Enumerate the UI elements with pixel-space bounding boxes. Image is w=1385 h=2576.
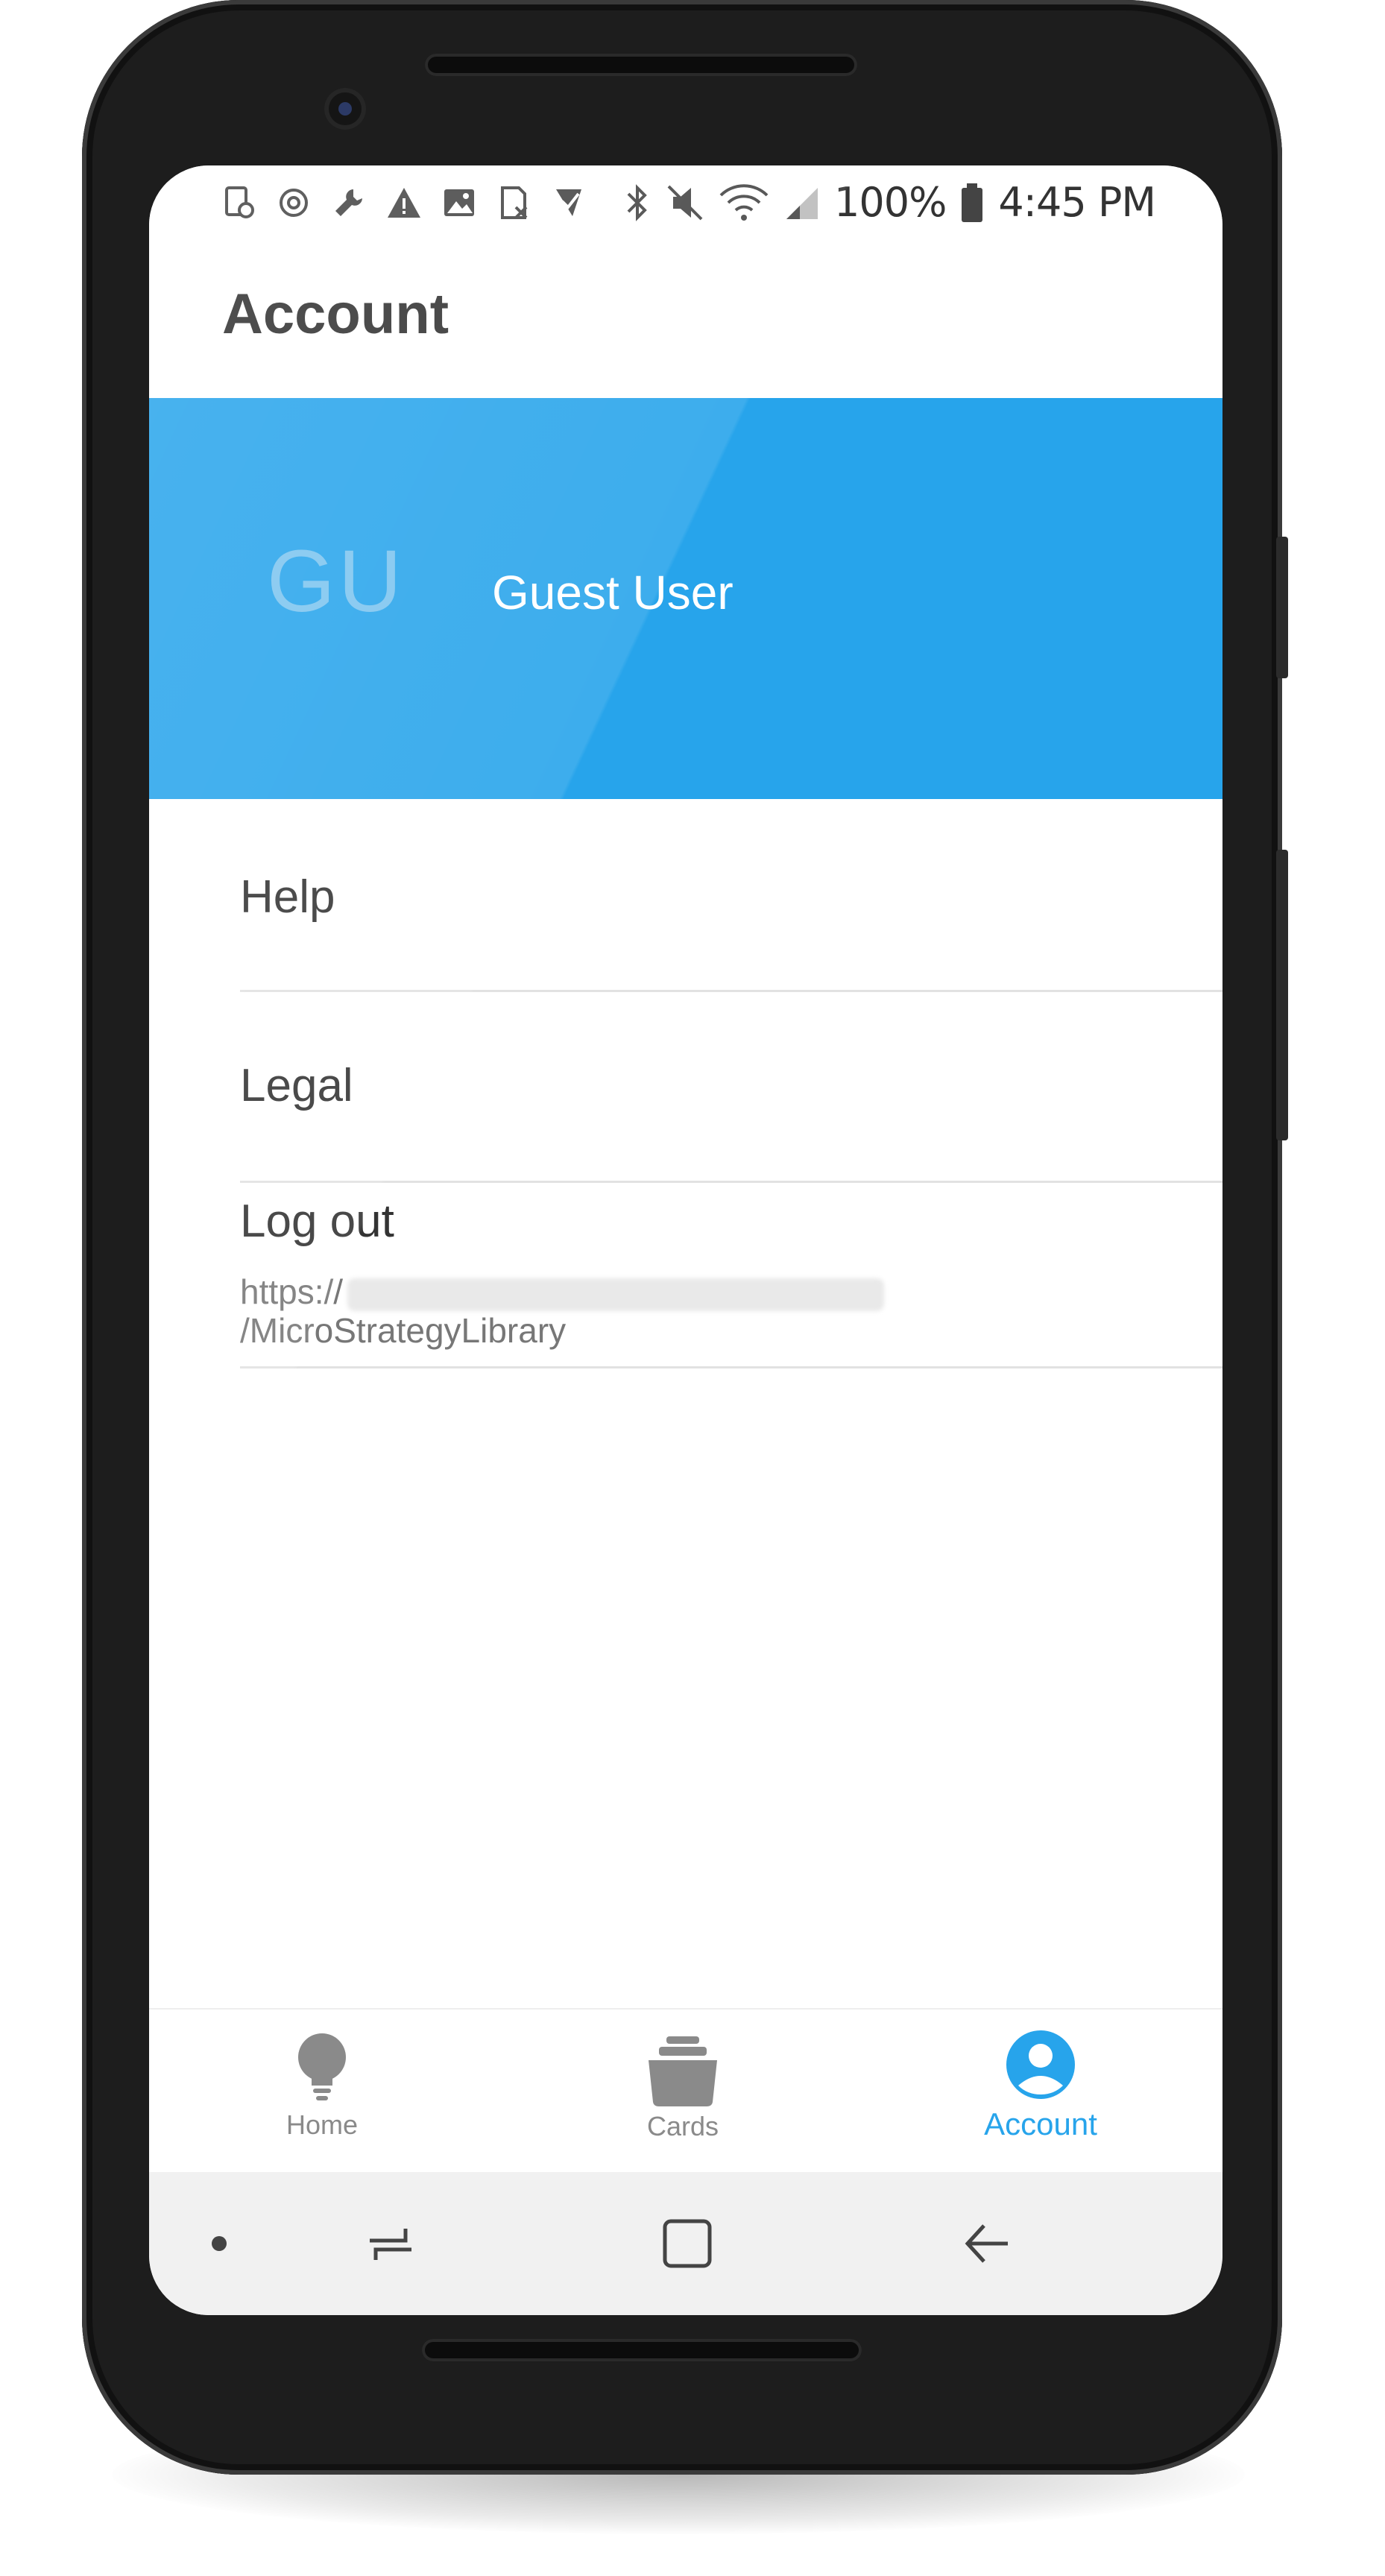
mute-icon — [667, 185, 703, 220]
lightbulb-icon — [298, 2033, 346, 2100]
menu-item-help[interactable]: Help — [240, 799, 1222, 992]
tab-cards-label: Cards — [646, 2111, 719, 2141]
url-prefix: https:// — [240, 1272, 344, 1311]
system-nav-bar — [149, 2172, 1222, 2315]
image-icon — [444, 189, 474, 216]
menu-item-legal[interactable]: Legal — [240, 992, 1222, 1183]
wrench-icon — [335, 189, 362, 216]
signal-icon — [786, 187, 818, 219]
warning-icon — [388, 188, 420, 218]
profile-name: Guest User — [492, 566, 733, 619]
page-title: Account — [222, 282, 449, 346]
cards-stack-icon — [649, 2036, 717, 2106]
sim-icon — [501, 186, 528, 219]
power-button — [1276, 537, 1288, 678]
tab-home[interactable]: Home — [210, 2010, 434, 2174]
status-right: 100% 4:45 PM — [622, 179, 1156, 226]
check-icon — [556, 189, 581, 216]
menu-item-label: Help — [240, 871, 335, 923]
account-circle-icon — [1006, 2030, 1075, 2099]
status-time: 4:45 PM — [998, 179, 1156, 226]
battery-icon — [962, 183, 983, 222]
sync-icon — [280, 189, 308, 217]
menu-item-label: Legal — [240, 1060, 353, 1111]
top-speaker — [425, 54, 857, 76]
redacted-host — [347, 1278, 885, 1311]
tab-account-label: Account — [984, 2106, 1097, 2141]
notification-icons — [221, 185, 587, 221]
bottom-tab-bar: Home Cards Account — [149, 2008, 1222, 2174]
nav-dot-icon — [212, 2236, 227, 2251]
phone-screen: 100% 4:45 PM Account GU Guest User Help … — [149, 165, 1222, 2315]
avatar: GU — [267, 532, 405, 631]
tab-cards[interactable]: Cards — [571, 2010, 795, 2174]
screenshot-icon — [225, 186, 254, 218]
logout-server-url: https:// /MicroStrategyLibrary — [240, 1272, 885, 1350]
status-bar: 100% 4:45 PM — [149, 165, 1222, 237]
tab-home-label: Home — [285, 2109, 359, 2140]
recent-apps-icon[interactable] — [361, 2214, 420, 2273]
front-camera — [324, 88, 366, 130]
profile-banner: GU Guest User — [149, 398, 1222, 799]
url-path: /MicroStrategyLibrary — [240, 1311, 567, 1350]
logout-label: Log out — [240, 1196, 394, 1247]
home-button-icon[interactable] — [657, 2214, 717, 2273]
wifi-icon — [719, 183, 769, 221]
back-button-icon[interactable] — [959, 2214, 1018, 2273]
app-bar: Account — [149, 237, 1222, 398]
bottom-speaker — [422, 2339, 862, 2361]
tab-account[interactable]: Account — [929, 2010, 1152, 2174]
menu-item-logout[interactable]: Log out https:// /MicroStrategyLibrary — [240, 1184, 1222, 1368]
bluetooth-icon — [627, 183, 647, 221]
volume-button — [1276, 850, 1288, 1140]
battery-percent: 100% — [834, 179, 947, 226]
